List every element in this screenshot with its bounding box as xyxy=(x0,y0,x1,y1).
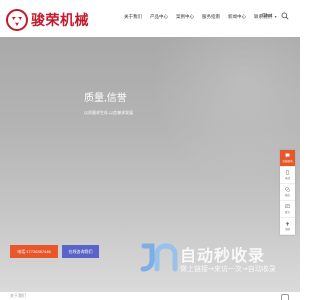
arrow-up-icon xyxy=(285,221,290,226)
phone-button[interactable]: 电话:17726367446 xyxy=(10,245,58,258)
watermark-logo-icon xyxy=(140,243,178,272)
watermark: 自动秒收录 做上链接→来访一次→自动收录 xyxy=(140,238,300,280)
language-label: Chat xyxy=(262,13,273,19)
site-logo[interactable]: 骏荣机械 xyxy=(6,9,89,31)
consult-button[interactable]: 在线咨询我们 xyxy=(62,245,99,258)
logo-mark-icon xyxy=(6,9,28,31)
side-item-wechat[interactable]: 微信 xyxy=(280,184,295,201)
nav-item-about[interactable]: 关于我们 xyxy=(124,14,142,20)
site-header: 骏荣机械 关于我们 产品中心 案例中心 服务指南 新闻中心 联系我们 Chat … xyxy=(0,0,300,37)
watermark-subtitle: 做上链接→来访一次→自动收录 xyxy=(180,265,276,273)
phone-icon xyxy=(286,170,289,175)
side-label-phone: 电话 xyxy=(284,177,290,180)
side-label-message: 留言 xyxy=(284,211,290,214)
section-heading: 关于我们 xyxy=(10,293,26,298)
brand-name: 骏荣机械 xyxy=(31,13,89,29)
wechat-icon xyxy=(285,187,290,192)
nav-item-cases[interactable]: 案例中心 xyxy=(176,14,194,20)
main-nav: 关于我们 产品中心 案例中心 服务指南 新闻中心 联系我们 xyxy=(124,14,280,20)
search-icon[interactable] xyxy=(281,12,289,20)
nav-item-products[interactable]: 产品中心 xyxy=(150,14,168,20)
next-section: 关于我们 xyxy=(0,292,300,300)
side-label-top: 顶部 xyxy=(284,228,290,231)
watermark-title: 自动秒收录 xyxy=(180,246,266,265)
nav-item-news[interactable]: 新闻中心 xyxy=(228,14,246,20)
hero-subtitle: 以质量求生存,以信誉求发展 xyxy=(84,110,134,115)
side-item-message[interactable]: 留言 xyxy=(280,201,295,218)
chat-icon xyxy=(285,153,290,158)
side-label-wechat: 微信 xyxy=(284,194,290,197)
hero-title: 质量,信誉 xyxy=(84,93,127,104)
hero-highlight xyxy=(150,37,300,187)
side-item-online-chat[interactable]: 在线咨询 xyxy=(280,150,295,167)
chevron-down-icon: ▾ xyxy=(274,13,277,19)
side-item-phone[interactable]: 电话 xyxy=(280,167,295,184)
language-switch[interactable]: Chat ▾ xyxy=(262,13,277,19)
side-item-top[interactable]: 顶部 xyxy=(280,218,295,235)
nav-item-service[interactable]: 服务指南 xyxy=(202,14,220,20)
side-toolbar: 在线咨询 电话 微信 留言 顶部 xyxy=(280,150,295,235)
scroll-top-tab[interactable] xyxy=(281,294,289,300)
side-label-chat: 在线咨询 xyxy=(282,160,293,163)
message-icon xyxy=(285,204,290,208)
